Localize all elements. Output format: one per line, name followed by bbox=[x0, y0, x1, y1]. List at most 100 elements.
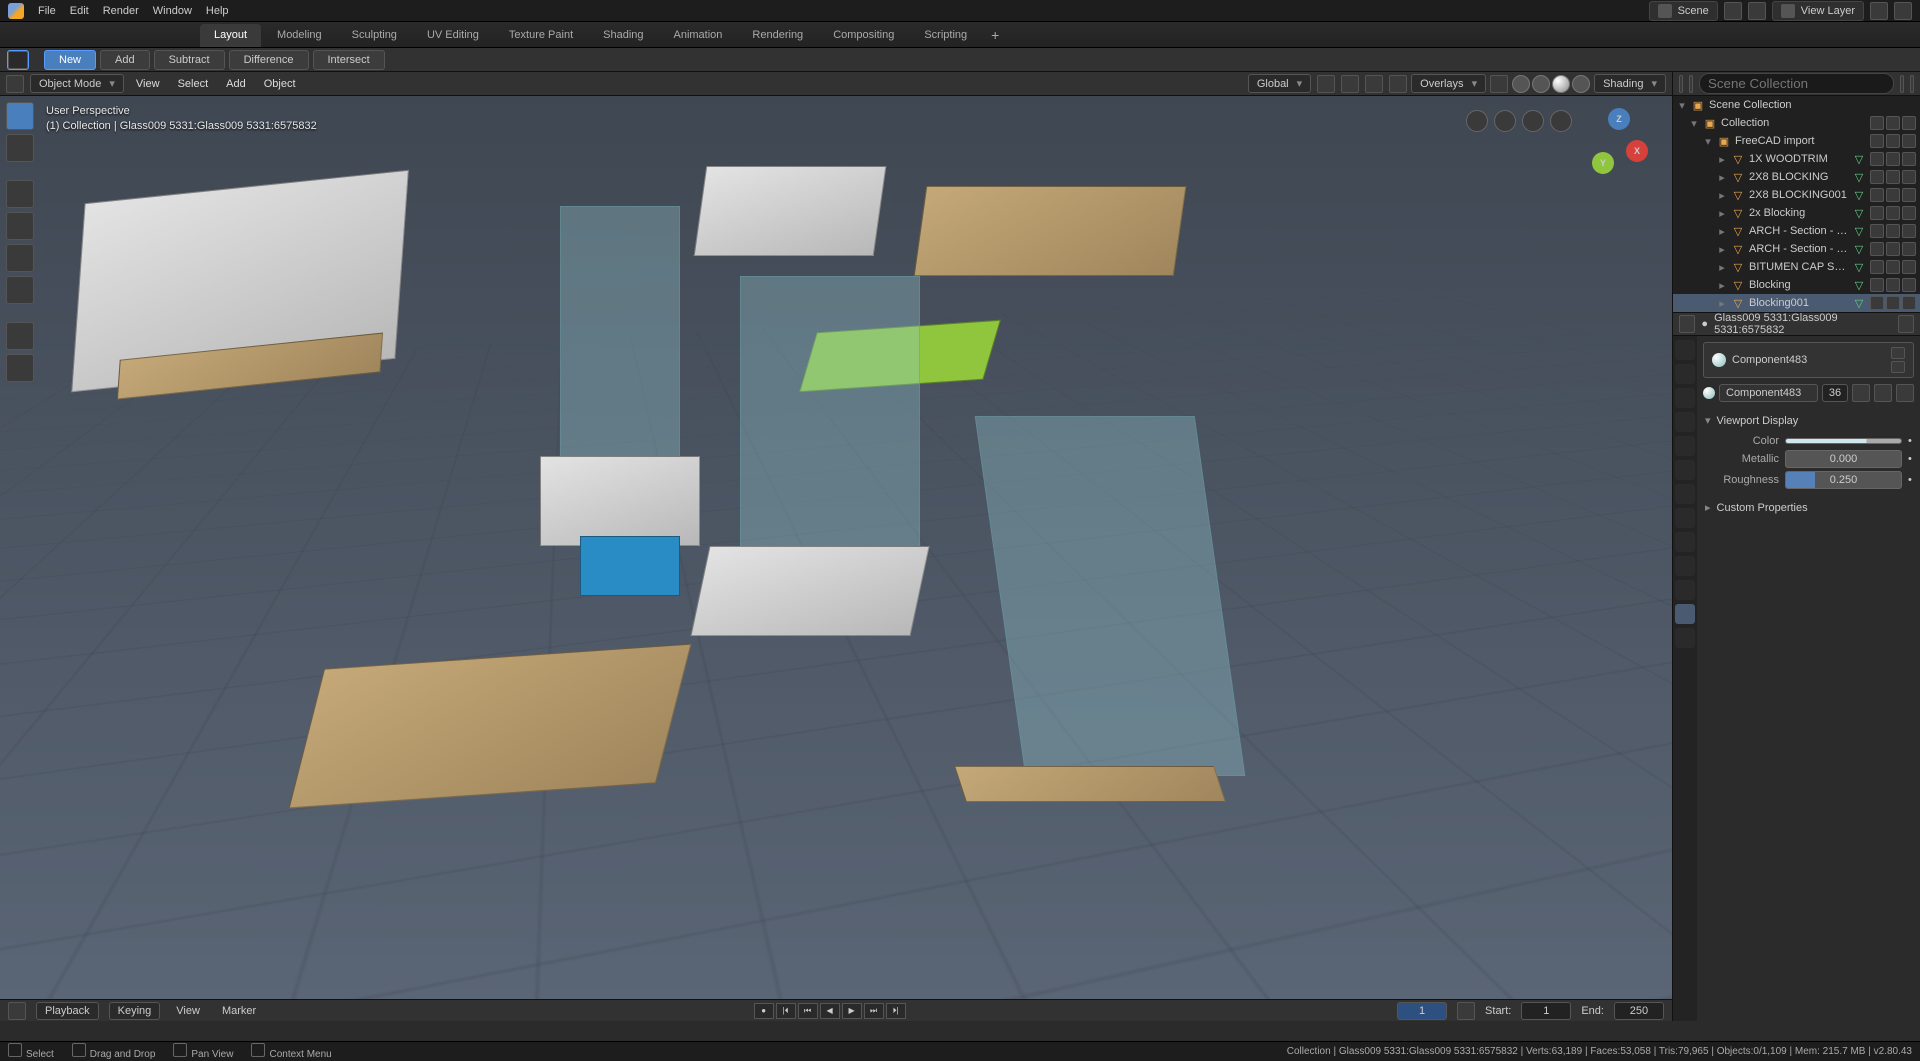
tool-rotate-icon[interactable] bbox=[6, 212, 34, 240]
play-reverse-button[interactable]: ◀ bbox=[820, 1003, 840, 1019]
gizmo-y-icon[interactable]: Y bbox=[1592, 152, 1614, 174]
gizmo-z-icon[interactable]: Z bbox=[1608, 108, 1630, 130]
tool-select-box-icon[interactable] bbox=[6, 102, 34, 130]
playback-menu[interactable]: Playback bbox=[36, 1002, 99, 1020]
tab-output-icon[interactable] bbox=[1675, 364, 1695, 384]
material-browse-icon[interactable] bbox=[1703, 387, 1715, 399]
menu-help[interactable]: Help bbox=[206, 5, 229, 17]
outliner-new-collection[interactable] bbox=[1910, 75, 1914, 93]
shading-dropdown[interactable]: Shading▾ bbox=[1594, 74, 1666, 93]
keying-menu[interactable]: Keying bbox=[109, 1002, 161, 1020]
menu-render[interactable]: Render bbox=[103, 5, 139, 17]
exclude-toggle[interactable] bbox=[1870, 116, 1884, 130]
tab-mesh-icon[interactable] bbox=[1675, 580, 1695, 600]
disable-toggle[interactable] bbox=[1902, 260, 1916, 274]
3d-viewport[interactable]: User Perspective (1) Collection | Glass0… bbox=[0, 96, 1672, 999]
pin-icon[interactable] bbox=[1898, 315, 1914, 333]
mode-dropdown[interactable]: Object Mode▾ bbox=[30, 74, 124, 93]
hide-toggle[interactable] bbox=[1886, 278, 1900, 292]
hide-toggle[interactable] bbox=[1886, 170, 1900, 184]
exclude-toggle[interactable] bbox=[1870, 152, 1884, 166]
exclude-toggle[interactable] bbox=[1870, 278, 1884, 292]
menu-edit[interactable]: Edit bbox=[70, 5, 89, 17]
material-slot[interactable]: Component483 bbox=[1703, 342, 1914, 378]
outliner[interactable]: ▾▣ Scene Collection ▾▣Collection▾▣FreeCA… bbox=[1673, 96, 1920, 312]
hide-toggle[interactable] bbox=[1886, 116, 1900, 130]
material-users[interactable]: 36 bbox=[1822, 384, 1848, 402]
outliner-search[interactable] bbox=[1699, 73, 1894, 94]
shading-rendered[interactable] bbox=[1572, 75, 1590, 93]
material-copy-button[interactable] bbox=[1874, 384, 1892, 402]
outliner-row[interactable]: ▸▽Blocking▽ bbox=[1673, 276, 1920, 294]
tab-constraint-icon[interactable] bbox=[1675, 556, 1695, 576]
exclude-toggle[interactable] bbox=[1870, 224, 1884, 238]
slot-add-button[interactable] bbox=[1891, 347, 1905, 359]
vp-menu-select[interactable]: Select bbox=[172, 76, 215, 92]
tab-material-icon[interactable] bbox=[1675, 604, 1695, 624]
exclude-toggle[interactable] bbox=[1870, 296, 1884, 310]
start-frame-field[interactable]: 1 bbox=[1521, 1002, 1571, 1020]
section-custom-properties[interactable]: ▸Custom Properties bbox=[1703, 497, 1914, 518]
scene-chip[interactable]: Scene bbox=[1649, 1, 1718, 21]
menu-file[interactable]: File bbox=[38, 5, 56, 17]
tab-physics-icon[interactable] bbox=[1675, 532, 1695, 552]
tool-option-icon[interactable] bbox=[8, 51, 28, 69]
tab-render-icon[interactable] bbox=[1675, 340, 1695, 360]
disable-toggle[interactable] bbox=[1902, 242, 1916, 256]
tab-world-icon[interactable] bbox=[1675, 436, 1695, 456]
outliner-row[interactable]: ▸▽2X8 BLOCKING001▽ bbox=[1673, 186, 1920, 204]
tab-object-icon[interactable] bbox=[1675, 460, 1695, 480]
roughness-slider[interactable]: 0.250 bbox=[1785, 471, 1902, 489]
exclude-toggle[interactable] bbox=[1870, 206, 1884, 220]
outliner-row[interactable]: ▸▽BITUMEN CAP SHEET▽ bbox=[1673, 258, 1920, 276]
end-frame-field[interactable]: 250 bbox=[1614, 1002, 1664, 1020]
exclude-toggle[interactable] bbox=[1870, 134, 1884, 148]
vp-menu-view[interactable]: View bbox=[130, 76, 166, 92]
gizmo-dropdown[interactable] bbox=[1389, 75, 1407, 93]
exclude-toggle[interactable] bbox=[1870, 170, 1884, 184]
tool-cursor-icon[interactable] bbox=[6, 134, 34, 162]
exclude-toggle[interactable] bbox=[1870, 242, 1884, 256]
outliner-display-mode[interactable] bbox=[1689, 75, 1693, 93]
hide-toggle[interactable] bbox=[1886, 188, 1900, 202]
tool-transform-icon[interactable] bbox=[6, 276, 34, 304]
shading-solid[interactable] bbox=[1532, 75, 1550, 93]
tab-compositing[interactable]: Compositing bbox=[819, 24, 908, 47]
hide-toggle[interactable] bbox=[1886, 296, 1900, 310]
material-unlink-button[interactable] bbox=[1896, 384, 1914, 402]
exclude-toggle[interactable] bbox=[1870, 260, 1884, 274]
overlays-dropdown[interactable]: Overlays▾ bbox=[1411, 74, 1486, 93]
tab-add-workspace[interactable]: + bbox=[983, 23, 1007, 47]
tab-viewlayer-icon[interactable] bbox=[1675, 388, 1695, 408]
disable-toggle[interactable] bbox=[1902, 278, 1916, 292]
outliner-row[interactable]: ▾▣FreeCAD import bbox=[1673, 132, 1920, 150]
disable-toggle[interactable] bbox=[1902, 116, 1916, 130]
hide-toggle[interactable] bbox=[1886, 224, 1900, 238]
tab-layout[interactable]: Layout bbox=[200, 24, 261, 47]
pan-icon[interactable] bbox=[1494, 110, 1516, 132]
slot-remove-button[interactable] bbox=[1891, 361, 1905, 373]
keyframe-next-button[interactable]: ⏭ bbox=[864, 1003, 884, 1019]
viewlayer-new-button[interactable] bbox=[1870, 2, 1888, 20]
outliner-row[interactable]: ▸▽2X8 BLOCKING▽ bbox=[1673, 168, 1920, 186]
tab-sculpting[interactable]: Sculpting bbox=[338, 24, 411, 47]
camera-icon[interactable] bbox=[1522, 110, 1544, 132]
scene-new-button[interactable] bbox=[1724, 2, 1742, 20]
disable-toggle[interactable] bbox=[1902, 152, 1916, 166]
tab-modeling[interactable]: Modeling bbox=[263, 24, 336, 47]
outliner-row[interactable]: ▸▽ARCH - Section - Wall Section K - 2▽ bbox=[1673, 240, 1920, 258]
tab-shading[interactable]: Shading bbox=[589, 24, 657, 47]
pivot-dropdown[interactable] bbox=[1317, 75, 1335, 93]
scene-delete-button[interactable] bbox=[1748, 2, 1766, 20]
disable-toggle[interactable] bbox=[1902, 134, 1916, 148]
disable-toggle[interactable] bbox=[1902, 188, 1916, 202]
autokey-toggle[interactable]: ● bbox=[754, 1003, 774, 1019]
vp-menu-object[interactable]: Object bbox=[258, 76, 302, 92]
gizmo-x-icon[interactable]: X bbox=[1626, 140, 1648, 162]
tab-modifier-icon[interactable] bbox=[1675, 484, 1695, 504]
play-button[interactable]: ▶ bbox=[842, 1003, 862, 1019]
perspective-icon[interactable] bbox=[1550, 110, 1572, 132]
vp-menu-add[interactable]: Add bbox=[220, 76, 252, 92]
tool-annotate-icon[interactable] bbox=[6, 322, 34, 350]
material-name-field[interactable]: Component483 bbox=[1719, 384, 1818, 402]
